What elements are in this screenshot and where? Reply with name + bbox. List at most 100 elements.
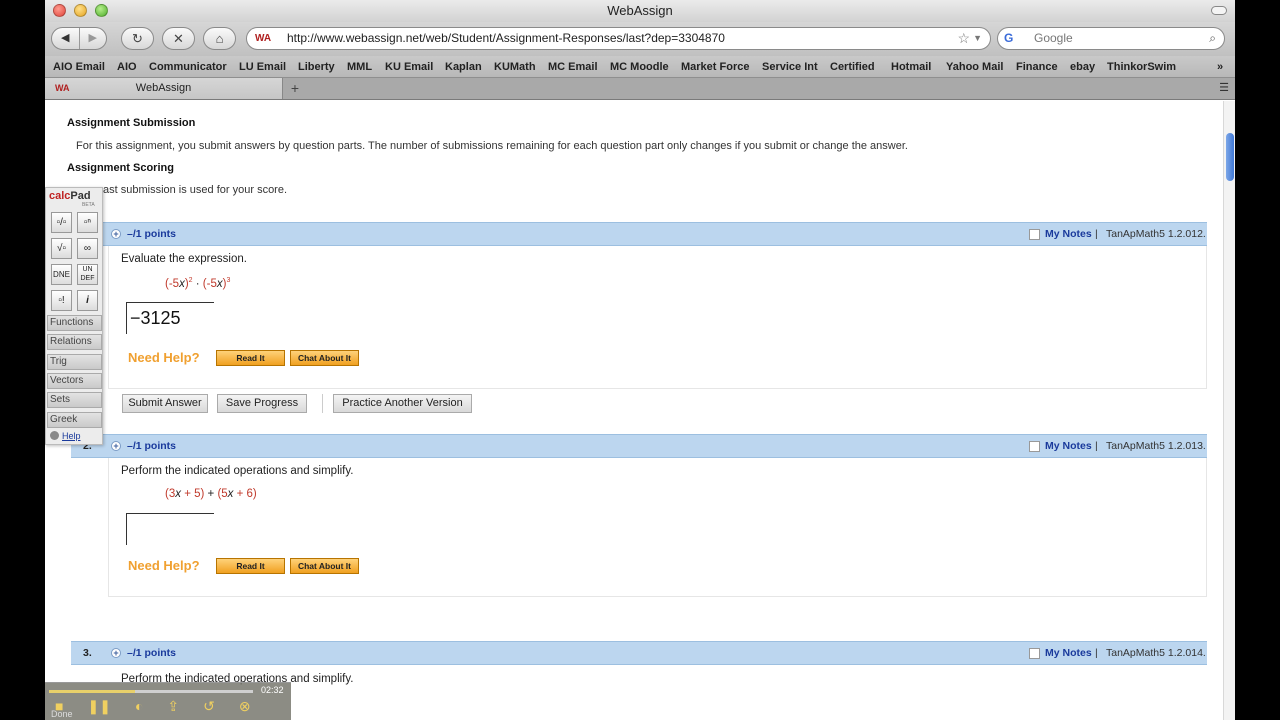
calcpad-category[interactable]: Functions	[47, 315, 102, 331]
bookmark-item[interactable]: AIO	[117, 56, 137, 77]
math-expression: (3x + 5) + (5x + 6)	[165, 488, 257, 500]
bookmark-star-icon[interactable]: ☆	[957, 28, 970, 49]
bookmark-item[interactable]: ThinkorSwim	[1107, 56, 1176, 77]
my-notes-checkbox[interactable]	[1029, 441, 1040, 452]
question-points[interactable]: –/1 points	[127, 435, 176, 457]
bookmark-item[interactable]: Finance	[1016, 56, 1058, 77]
address-url[interactable]: http://www.webassign.net/web/Student/Ass…	[287, 28, 725, 49]
address-dropdown-icon[interactable]: ▼	[973, 28, 982, 49]
scoring-heading: Assignment Scoring	[67, 162, 174, 174]
calcpad-category[interactable]: Sets	[47, 392, 102, 408]
answer-input[interactable]: −3125	[126, 302, 214, 334]
dne-key[interactable]: DNE	[51, 264, 72, 285]
reload-icon[interactable]: ↻	[121, 27, 154, 50]
bookmark-item[interactable]: Liberty	[298, 56, 335, 77]
bookmark-item[interactable]: KUMath	[494, 56, 536, 77]
page-content: Assignment Submission For this assignmen…	[45, 101, 1223, 720]
back-icon[interactable]: ◀	[52, 28, 79, 49]
minimize-window-button[interactable]	[74, 4, 87, 17]
calcpad-category[interactable]: Relations	[47, 334, 102, 350]
submission-heading: Assignment Submission	[67, 117, 196, 129]
question-reference: TanApMath5 1.2.013.	[1106, 440, 1206, 452]
calcpad-category[interactable]: Vectors	[47, 373, 102, 389]
question-points[interactable]: –/1 points	[127, 223, 176, 245]
need-help-label: Need Help?	[128, 558, 200, 573]
question-number: 3.	[83, 647, 92, 659]
bookmark-item[interactable]: MC Moodle	[610, 56, 669, 77]
home-icon[interactable]: ⌂	[203, 27, 236, 50]
vertical-scrollbar[interactable]	[1223, 101, 1235, 720]
bookmark-item[interactable]: Market Force	[681, 56, 749, 77]
close-media-icon[interactable]: ⊗	[239, 698, 251, 715]
share-icon[interactable]: ⇪	[167, 698, 179, 715]
submission-text: For this assignment, you submit answers …	[76, 140, 908, 152]
infinity-key[interactable]: ∞	[77, 238, 98, 259]
my-notes-link[interactable]: My Notes	[1045, 223, 1092, 245]
factorial-key[interactable]: ▫!	[51, 290, 72, 311]
my-notes-checkbox[interactable]	[1029, 648, 1040, 659]
bookmark-item[interactable]: Service Int	[762, 56, 818, 77]
question-points[interactable]: –/1 points	[127, 642, 176, 664]
forward-icon[interactable]: ▶	[78, 28, 107, 49]
search-icon[interactable]: ⌕	[1209, 28, 1216, 49]
my-notes-checkbox[interactable]	[1029, 229, 1040, 240]
bookmark-item[interactable]: Certified	[830, 56, 875, 77]
submit-answer-button[interactable]: Submit Answer	[122, 394, 208, 413]
scroll-thumb[interactable]	[1226, 133, 1234, 181]
chat-about-it-button[interactable]: Chat About It	[290, 350, 359, 366]
expand-icon[interactable]: +	[111, 441, 121, 451]
back-forward-control: ◀ ▶	[51, 27, 107, 50]
sqrt-key[interactable]: √▫	[51, 238, 72, 259]
my-notes-link[interactable]: My Notes	[1045, 435, 1092, 457]
new-tab-button[interactable]: +	[285, 80, 305, 97]
practice-another-version-button[interactable]: Practice Another Version	[333, 394, 472, 413]
chapters-icon[interactable]: ◐	[135, 698, 143, 715]
more-bookmarks-icon[interactable]: »	[1217, 56, 1223, 77]
calcpad-category[interactable]: Trig	[47, 354, 102, 370]
tab-webassign[interactable]: WA WebAssign	[45, 78, 283, 99]
toolbar-toggle-button[interactable]	[1211, 6, 1227, 15]
bookmark-item[interactable]: Communicator	[149, 56, 227, 77]
read-it-button[interactable]: Read It	[216, 558, 285, 574]
chat-about-it-button[interactable]: Chat About It	[290, 558, 359, 574]
save-progress-button[interactable]: Save Progress	[217, 394, 307, 413]
bookmark-item[interactable]: MC Email	[548, 56, 598, 77]
question-header: 1. + –/1 points My Notes | TanApMath5 1.…	[71, 222, 1207, 246]
bookmark-item[interactable]: Hotmail	[891, 56, 931, 77]
exponent-key[interactable]: ▫ⁿ	[77, 212, 98, 233]
header-separator: |	[1095, 228, 1098, 240]
calcpad-help-link[interactable]: Help	[50, 431, 81, 441]
browser-window: WebAssign ◀ ▶ ↻ ✕ ⌂ WA http://www.webass…	[45, 0, 1235, 720]
my-notes-link[interactable]: My Notes	[1045, 642, 1092, 664]
rewind-icon[interactable]: ↺	[203, 698, 215, 715]
stop-icon[interactable]: ✕	[162, 27, 195, 50]
expand-icon[interactable]: +	[111, 229, 121, 239]
expand-icon[interactable]: +	[111, 648, 121, 658]
media-progress-track[interactable]	[49, 690, 253, 693]
zoom-window-button[interactable]	[95, 4, 108, 17]
fraction-key[interactable]: ▫/▫	[51, 212, 72, 233]
address-bar[interactable]: WA http://www.webassign.net/web/Student/…	[246, 27, 991, 50]
close-window-button[interactable]	[53, 4, 66, 17]
tab-menu-icon[interactable]: ☰	[1219, 81, 1229, 94]
bookmark-item[interactable]: LU Email	[239, 56, 286, 77]
question-header: 2. + –/1 points My Notes | TanApMath5 1.…	[71, 434, 1207, 458]
window-controls	[53, 4, 108, 17]
question-prompt: Perform the indicated operations and sim…	[121, 465, 354, 477]
calcpad-category[interactable]: Greek	[47, 412, 102, 428]
bookmark-item[interactable]: KU Email	[385, 56, 433, 77]
answer-input[interactable]	[126, 513, 214, 545]
google-icon[interactable]: G	[1004, 28, 1013, 49]
undefined-key[interactable]: UN DEF	[77, 264, 98, 285]
bookmark-item[interactable]: MML	[347, 56, 372, 77]
bookmark-item[interactable]: Kaplan	[445, 56, 482, 77]
pause-icon[interactable]: ❚❚	[87, 698, 110, 715]
read-it-button[interactable]: Read It	[216, 350, 285, 366]
bookmark-item[interactable]: AIO Email	[53, 56, 105, 77]
browser-toolbar: ◀ ▶ ↻ ✕ ⌂ WA http://www.webassign.net/we…	[45, 22, 1235, 56]
bookmark-item[interactable]: Yahoo Mail	[946, 56, 1003, 77]
bookmark-item[interactable]: ebay	[1070, 56, 1095, 77]
imaginary-key[interactable]: i	[77, 290, 98, 311]
bookmarks-bar: AIO Email AIO Communicator LU Email Libe…	[45, 56, 1235, 78]
search-field[interactable]: G Google ⌕	[997, 27, 1225, 50]
